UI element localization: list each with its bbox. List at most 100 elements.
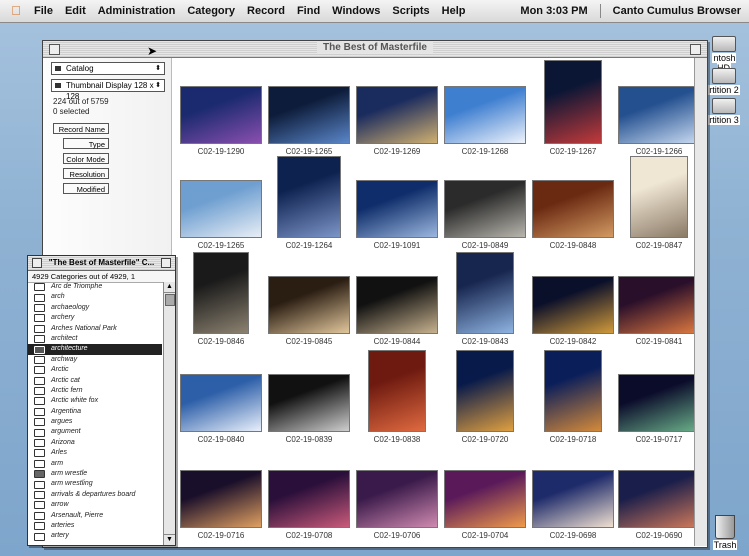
thumbnail-item[interactable]: C02-19-1265: [174, 154, 268, 250]
scroll-up-arrow-icon[interactable]: ▲: [164, 282, 175, 293]
modified-button[interactable]: Modified: [63, 183, 109, 194]
trash-icon[interactable]: Trash: [707, 515, 743, 550]
thumbnail-item[interactable]: C02-19-0718: [526, 348, 620, 444]
thumbnail-item[interactable]: C02-19-0842: [526, 250, 620, 346]
thumbnail-item[interactable]: C02-19-0698: [526, 444, 620, 540]
category-item[interactable]: arrivals & departures board: [28, 490, 162, 500]
thumbnail-item[interactable]: C02-19-1269: [350, 60, 444, 156]
categories-titlebar[interactable]: "The Best of Masterfile" C...: [28, 256, 175, 271]
category-label: archery: [51, 314, 75, 322]
scroll-thumb[interactable]: [165, 294, 175, 306]
category-item[interactable]: Arles: [28, 448, 162, 458]
category-item[interactable]: archery: [28, 313, 162, 323]
category-item[interactable]: Arctic white fox: [28, 396, 162, 406]
thumbnail-item[interactable]: C02-19-0716: [174, 444, 268, 540]
thumbnail-item[interactable]: C02-19-0848: [526, 154, 620, 250]
thumbnail-item[interactable]: C02-19-0843: [438, 250, 532, 346]
category-label: architecture: [51, 345, 88, 353]
category-item[interactable]: Arctic fern: [28, 386, 162, 396]
category-item[interactable]: arch: [28, 292, 162, 302]
menu-category[interactable]: Category: [187, 5, 235, 17]
thumbnail-item[interactable]: C02-19-0706: [350, 444, 444, 540]
thumbnail-item[interactable]: C02-19-0840: [174, 348, 268, 444]
vertical-scrollbar[interactable]: [694, 58, 707, 546]
close-box-icon[interactable]: [49, 44, 60, 55]
type-button[interactable]: Type: [63, 138, 109, 149]
category-item[interactable]: Arches National Park: [28, 324, 162, 334]
category-item[interactable]: arm wrestle: [28, 469, 162, 479]
application-menu[interactable]: Canto Cumulus Browser: [613, 5, 741, 17]
apple-icon[interactable]: : [8, 3, 24, 19]
folder-icon: [34, 501, 45, 510]
menu-find[interactable]: Find: [297, 5, 320, 17]
color-mode-button[interactable]: Color Mode: [63, 153, 109, 164]
category-item[interactable]: Argentina: [28, 407, 162, 417]
thumbnail-item[interactable]: C02-19-0845: [262, 250, 356, 346]
zoom-box-icon[interactable]: [690, 44, 701, 55]
category-item[interactable]: Arizona: [28, 438, 162, 448]
resolution-button[interactable]: Resolution: [63, 168, 109, 179]
category-item[interactable]: archway: [28, 355, 162, 365]
folder-icon: [34, 459, 45, 468]
category-item[interactable]: Arc de Triomphe: [28, 282, 162, 292]
display-select[interactable]: Thumbnail Display 128 x 128: [51, 79, 165, 101]
category-item[interactable]: argues: [28, 417, 162, 427]
thumbnail-item[interactable]: C02-19-1265: [262, 60, 356, 156]
category-item[interactable]: arm: [28, 459, 162, 469]
drive-label: rtition 3: [708, 115, 740, 125]
menu-help[interactable]: Help: [442, 5, 466, 17]
menu-windows[interactable]: Windows: [332, 5, 380, 17]
thumbnail-item[interactable]: C02-19-1264: [262, 154, 356, 250]
drive-icon[interactable]: rtition 3: [705, 98, 743, 125]
thumbnail-item[interactable]: C02-19-1266: [612, 60, 706, 156]
category-item[interactable]: archaeology: [28, 303, 162, 313]
category-item[interactable]: architecture: [28, 344, 162, 355]
category-item[interactable]: artery: [28, 531, 162, 541]
category-item[interactable]: arm wrestling: [28, 479, 162, 489]
category-item[interactable]: Arctic: [28, 365, 162, 375]
thumbnail-item[interactable]: C02-19-1091: [350, 154, 444, 250]
thumbnail-item[interactable]: C02-19-1290: [174, 60, 268, 156]
record-name-button[interactable]: Record Name: [53, 123, 109, 134]
thumbnail-item[interactable]: C02-19-0844: [350, 250, 444, 346]
menu-edit[interactable]: Edit: [65, 5, 86, 17]
thumbnail-item[interactable]: C02-19-0846: [174, 250, 268, 346]
category-item[interactable]: arteries: [28, 521, 162, 531]
catalog-select[interactable]: Catalog: [51, 62, 165, 75]
menu-administration[interactable]: Administration: [98, 5, 176, 17]
thumbnail-item[interactable]: C02-19-0841: [612, 250, 706, 346]
folder-icon: [34, 407, 45, 416]
category-item[interactable]: architect: [28, 334, 162, 344]
thumbnail-item[interactable]: C02-19-1267: [526, 60, 620, 156]
category-item[interactable]: argument: [28, 427, 162, 437]
menu-file[interactable]: File: [34, 5, 53, 17]
thumbnail-item[interactable]: C02-19-0720: [438, 348, 532, 444]
thumbnail-item[interactable]: C02-19-0708: [262, 444, 356, 540]
hard-disk-icon: [712, 98, 736, 114]
category-item[interactable]: Arctic cat: [28, 376, 162, 386]
thumbnail-image: [456, 350, 514, 432]
category-item[interactable]: Arsenault, Pierre: [28, 511, 162, 521]
thumbnail-image: [268, 276, 350, 334]
folder-icon: [34, 324, 45, 333]
close-box-icon[interactable]: [32, 258, 42, 268]
folder-icon: [34, 428, 45, 437]
category-item[interactable]: arrow: [28, 500, 162, 510]
zoom-box-icon[interactable]: [161, 258, 171, 268]
scroll-down-arrow-icon[interactable]: ▼: [164, 534, 175, 545]
thumbnail-item[interactable]: C02-19-0690: [612, 444, 706, 540]
thumbnail-item[interactable]: C02-19-1268: [438, 60, 532, 156]
menu-clock[interactable]: Mon 3:03 PM: [520, 5, 587, 17]
thumbnail-item[interactable]: C02-19-0839: [262, 348, 356, 444]
categories-scrollbar[interactable]: ▲ ▼: [163, 282, 175, 545]
window-titlebar[interactable]: The Best of Masterfile: [43, 41, 707, 58]
menu-scripts[interactable]: Scripts: [392, 5, 429, 17]
thumbnail-item[interactable]: C02-19-0849: [438, 154, 532, 250]
drive-icon[interactable]: rtition 2: [705, 68, 743, 95]
menu-record[interactable]: Record: [247, 5, 285, 17]
folder-icon: [34, 470, 45, 479]
thumbnail-item[interactable]: C02-19-0704: [438, 444, 532, 540]
thumbnail-item[interactable]: C02-19-0847: [612, 154, 706, 250]
thumbnail-item[interactable]: C02-19-0717: [612, 348, 706, 444]
thumbnail-item[interactable]: C02-19-0838: [350, 348, 444, 444]
